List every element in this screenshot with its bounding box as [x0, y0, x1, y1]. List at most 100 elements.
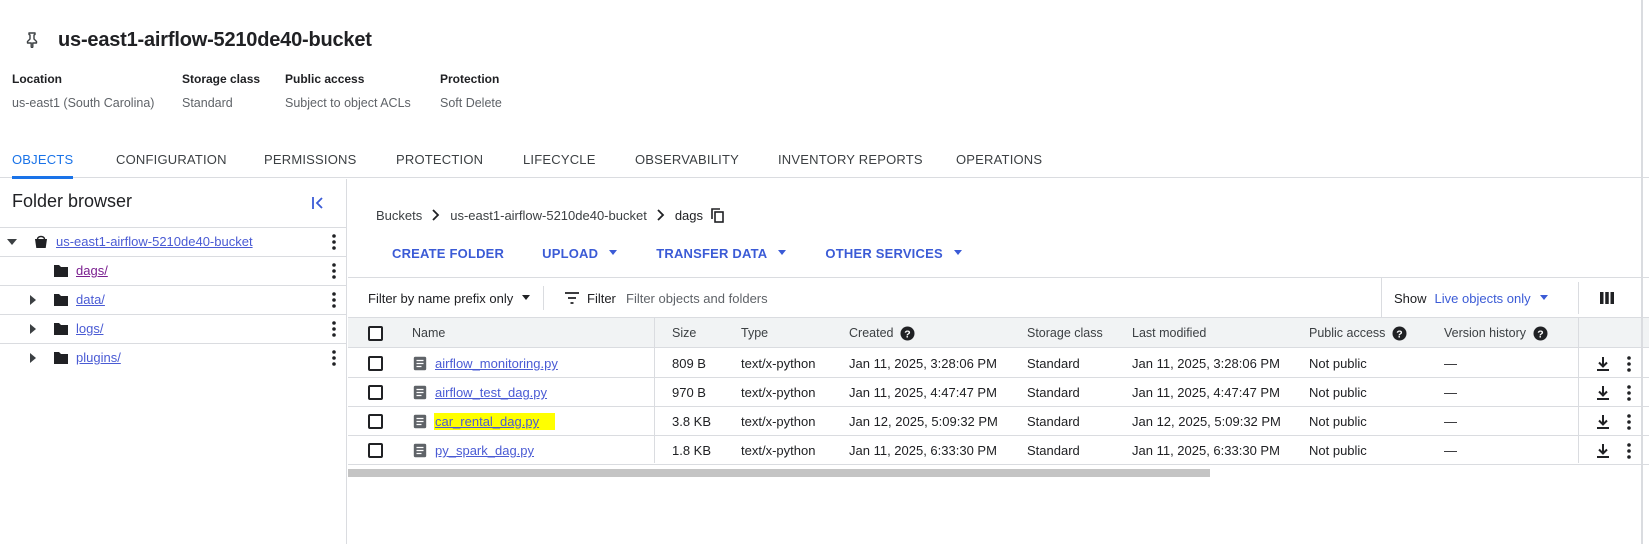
caret-right-icon[interactable]: [26, 351, 40, 365]
file-name-link[interactable]: airflow_test_dag.py: [435, 378, 547, 407]
table-row[interactable]: airflow_test_dag.py 970 B text/x-python …: [348, 378, 1649, 407]
download-icon[interactable]: [1594, 355, 1612, 373]
bucket-header: us-east1-airflow-5210de40-bucket: [12, 22, 372, 58]
upload-label: UPLOAD: [542, 245, 599, 261]
tab-permissions[interactable]: PERMISSIONS: [264, 140, 357, 178]
breadcrumb-buckets[interactable]: Buckets: [376, 208, 422, 223]
more-vert-icon[interactable]: [1624, 442, 1634, 460]
column-header-name[interactable]: Name: [412, 318, 445, 348]
dropdown-arrow-icon: [777, 248, 787, 258]
meta-protection: Protection Soft Delete: [440, 72, 502, 110]
row-checkbox[interactable]: [368, 443, 383, 458]
filter-mode-label: Filter by name prefix only: [368, 290, 514, 306]
tree-item-plugins[interactable]: plugins/: [0, 343, 347, 372]
column-header-version-history[interactable]: Version history ?: [1444, 318, 1548, 348]
folder-icon: [53, 292, 69, 308]
pin-icon[interactable]: [20, 28, 44, 52]
column-header-created[interactable]: Created ?: [849, 318, 915, 348]
column-header-storage-class[interactable]: Storage class: [1027, 318, 1103, 348]
caret-right-icon[interactable]: [26, 293, 40, 307]
more-vert-icon[interactable]: [325, 231, 343, 253]
file-icon: [413, 356, 427, 371]
column-header-size[interactable]: Size: [672, 318, 696, 348]
file-version-history: —: [1444, 385, 1457, 400]
row-checkbox[interactable]: [368, 385, 383, 400]
tree-bucket-label[interactable]: us-east1-airflow-5210de40-bucket: [56, 234, 253, 249]
create-folder-button[interactable]: CREATE FOLDER: [392, 246, 504, 261]
column-header-public-access[interactable]: Public access ?: [1309, 318, 1407, 348]
row-checkbox[interactable]: [368, 414, 383, 429]
tab-observability[interactable]: OBSERVABILITY: [635, 140, 739, 178]
tab-objects[interactable]: OBJECTS: [12, 140, 74, 179]
file-created: Jan 11, 2025, 6:33:30 PM: [849, 443, 997, 458]
tab-protection[interactable]: PROTECTION: [396, 140, 483, 178]
more-vert-icon[interactable]: [325, 260, 343, 282]
filter-input[interactable]: [626, 287, 1226, 309]
column-display-icon[interactable]: [1597, 288, 1617, 308]
folder-icon: [53, 350, 69, 366]
download-icon[interactable]: [1594, 384, 1612, 402]
download-icon[interactable]: [1594, 442, 1612, 460]
copy-icon[interactable]: [709, 207, 725, 223]
meta-value: us-east1 (South Carolina): [12, 96, 155, 110]
tab-configuration[interactable]: CONFIGURATION: [116, 140, 227, 178]
dropdown-arrow-icon: [608, 248, 618, 258]
row-checkbox[interactable]: [368, 356, 383, 371]
folder-browser-panel: Folder browser us-east1-airflow-5210de40…: [0, 179, 347, 544]
other-services-button[interactable]: OTHER SERVICES: [825, 246, 962, 261]
tree-folder-label[interactable]: data/: [76, 292, 105, 307]
column-header-last-modified[interactable]: Last modified: [1132, 318, 1206, 348]
breadcrumb-current: dags: [674, 207, 704, 223]
file-storage-class: Standard: [1027, 414, 1080, 429]
tree-item-logs[interactable]: logs/: [0, 314, 347, 343]
help-icon[interactable]: ?: [1392, 326, 1407, 341]
tree-item-dags[interactable]: dags/: [0, 256, 347, 285]
table-row[interactable]: car_rental_dag.py 3.8 KB text/x-python J…: [348, 407, 1649, 436]
caret-down-icon[interactable]: [5, 235, 19, 249]
column-header-type[interactable]: Type: [741, 318, 768, 348]
horizontal-scrollbar[interactable]: [348, 469, 1210, 477]
transfer-data-button[interactable]: TRANSFER DATA: [656, 246, 787, 261]
select-all-checkbox[interactable]: [368, 326, 383, 341]
divider: [543, 286, 544, 310]
tab-operations[interactable]: OPERATIONS: [956, 140, 1042, 178]
file-last-modified: Jan 11, 2025, 6:33:30 PM: [1132, 443, 1280, 458]
more-vert-icon[interactable]: [325, 318, 343, 340]
tree-folder-label[interactable]: logs/: [76, 321, 103, 336]
tree-folder-label[interactable]: plugins/: [76, 350, 121, 365]
more-vert-icon[interactable]: [1624, 384, 1634, 402]
file-name-link[interactable]: car_rental_dag.py: [434, 407, 556, 436]
meta-value: Subject to object ACLs: [285, 96, 411, 110]
more-vert-icon[interactable]: [325, 347, 343, 369]
filter-mode-dropdown[interactable]: Filter by name prefix only: [368, 278, 531, 318]
file-name-link[interactable]: py_spark_dag.py: [435, 436, 534, 465]
breadcrumb-bucket[interactable]: us-east1-airflow-5210de40-bucket: [450, 208, 647, 223]
svg-text:?: ?: [1537, 328, 1543, 340]
help-icon[interactable]: ?: [900, 326, 915, 341]
tab-lifecycle[interactable]: LIFECYCLE: [523, 140, 596, 178]
chevron-right-icon: [653, 207, 669, 223]
file-public-access: Not public: [1309, 356, 1367, 371]
more-vert-icon[interactable]: [1624, 355, 1634, 373]
more-vert-icon[interactable]: [325, 289, 343, 311]
file-type: text/x-python: [741, 356, 816, 371]
version-history-header-label: Version history: [1444, 326, 1526, 340]
file-public-access: Not public: [1309, 443, 1367, 458]
show-objects-dropdown[interactable]: Live objects only: [1435, 291, 1549, 306]
download-icon[interactable]: [1594, 413, 1612, 431]
filter-button[interactable]: Filter: [563, 278, 616, 318]
public-access-header-label: Public access: [1309, 326, 1386, 340]
upload-button[interactable]: UPLOAD: [542, 246, 618, 261]
caret-right-icon[interactable]: [26, 322, 40, 336]
more-vert-icon[interactable]: [1624, 413, 1634, 431]
help-icon[interactable]: ?: [1533, 326, 1548, 341]
tree-item-data[interactable]: data/: [0, 285, 347, 314]
file-icon: [413, 443, 427, 458]
table-row[interactable]: py_spark_dag.py 1.8 KB text/x-python Jan…: [348, 436, 1649, 465]
tree-item-bucket[interactable]: us-east1-airflow-5210de40-bucket: [0, 227, 347, 256]
collapse-panel-icon[interactable]: [306, 191, 330, 215]
table-row[interactable]: airflow_monitoring.py 809 B text/x-pytho…: [348, 349, 1649, 378]
tab-inventory-reports[interactable]: INVENTORY REPORTS: [778, 140, 923, 178]
tree-folder-label[interactable]: dags/: [76, 263, 108, 278]
file-name-link[interactable]: airflow_monitoring.py: [435, 349, 558, 378]
